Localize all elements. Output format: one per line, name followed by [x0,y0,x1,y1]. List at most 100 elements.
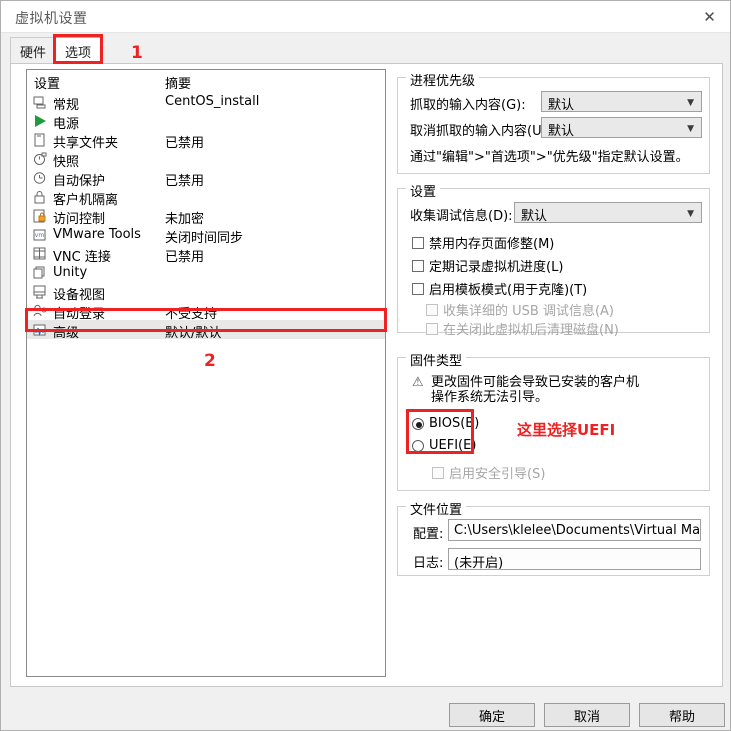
checkbox-box [412,236,424,249]
grab-input-value: 默认 [548,98,575,113]
log-path-field[interactable]: (未开启) [448,548,701,570]
checkbox-box [426,303,438,316]
active-tab-joint [56,63,100,65]
list-item-label: 高级 [53,326,80,341]
list-item-summary: 默认/默认 [165,326,222,341]
checkbox-label: 禁用内存页面修整(M) [429,237,555,252]
annotation-step-2: 2 [204,351,216,371]
checkbox-clean-disk: 在关闭此虚拟机后清理磁盘(N) [426,319,619,338]
list-item-label: VMware Tools [53,227,141,242]
checkbox-label: 启用模板模式(用于克隆)(T) [429,283,588,298]
close-icon[interactable]: ✕ [687,1,730,32]
chevron-down-icon: ▼ [687,97,694,108]
checkbox-box [412,259,424,272]
unity-icon [33,266,45,279]
list-item-shared-folders[interactable]: 共享文件夹 已禁用 [27,130,385,151]
camera-icon [34,152,47,165]
annotation-step-1: 1 [131,43,143,63]
group-legend: 进程优先级 [406,70,480,89]
list-item-autoprotect[interactable]: 自动保护 已禁用 [27,168,385,189]
list-item-general[interactable]: 常规 CentOS_install [27,92,385,113]
debug-info-value: 默认 [521,209,548,224]
tab-hardware[interactable]: 硬件 [10,37,56,64]
firmware-warning-line1: 更改固件可能会导致已安装的客户机 [431,375,640,390]
tab-options[interactable]: 选项 [55,37,101,64]
ungrab-input-value: 默认 [548,124,575,139]
svg-text:vm: vm [35,232,45,239]
cancel-button[interactable]: 取消 [544,703,630,727]
vm-settings-dialog: 虚拟机设置 ✕ 硬件 选项 设置 摘要 常规 CentOS_install 电源… [0,0,731,731]
radio-label: UEFI(E) [429,438,477,453]
checkbox-box [432,466,444,479]
list-item-advanced[interactable]: 高级 默认/默认 [27,320,385,341]
log-path-label: 日志: [413,556,444,571]
log-path-value: (未开启) [454,556,504,570]
checkbox-log-progress[interactable]: 定期记录虚拟机进度(L) [412,256,563,275]
list-item-device-view[interactable]: 设备视图 [27,282,385,303]
list-item-unity[interactable]: Unity [27,263,385,282]
help-button[interactable]: 帮助 [639,703,725,727]
checkbox-usb-debug: 收集详细的 USB 调试信息(A) [426,300,614,319]
list-item-guest-isolation[interactable]: 客户机隔离 [27,187,385,208]
process-priority-group: 进程优先级 抓取的输入内容(G): 默认 ▼ 取消抓取的输入内容(U): 默认 … [397,70,710,174]
list-item-vnc[interactable]: VNC 连接 已禁用 [27,244,385,265]
debug-info-label: 收集调试信息(D): [410,209,513,224]
column-header-summary: 摘要 [165,77,192,92]
checkbox-disable-memory-trim[interactable]: 禁用内存页面修整(M) [412,233,554,252]
priority-hint-text: 通过"编辑">"首选项">"优先级"指定默认设置。 [410,150,689,165]
clock-icon [33,172,46,184]
debug-info-combo[interactable]: 默认 ▼ [514,202,702,224]
settings-group: 设置 收集调试信息(D): 默认 ▼ 禁用内存页面修整(M) 定期记录虚拟机进度… [397,181,710,338]
radio-bios[interactable]: BIOS(B) [412,416,479,431]
power-play-icon [35,115,46,127]
ungrab-input-label: 取消抓取的输入内容(U): [410,124,552,139]
grab-input-label: 抓取的输入内容(G): [410,98,526,113]
group-legend: 设置 [406,181,441,200]
group-legend: 固件类型 [406,350,467,369]
radio-label: BIOS(B) [429,416,480,431]
chevron-down-icon: ▼ [687,208,694,219]
list-item-power[interactable]: 电源 [27,111,385,132]
annotation-uefi-note: 这里选择UEFI [517,421,616,439]
ok-button[interactable]: 确定 [449,703,535,727]
checkbox-box [412,282,424,295]
device-view-icon [33,285,46,299]
checkbox-template-mode[interactable]: 启用模板模式(用于克隆)(T) [412,279,587,298]
list-item-auto-login[interactable]: 自动登录 不受支持 [27,301,385,322]
vmware-tools-icon: vm [33,229,46,241]
checkbox-label: 定期记录虚拟机进度(L) [429,260,564,275]
title-bar: 虚拟机设置 ✕ [1,1,730,33]
checkbox-label: 在关闭此虚拟机后清理磁盘(N) [443,323,619,338]
list-item-label: Unity [53,265,88,280]
radio-button [412,439,424,452]
firmware-warning-line2: 操作系统无法引导。 [431,390,549,405]
user-auto-icon [33,304,47,317]
settings-list-header: 设置 摘要 [27,70,385,92]
list-item-snapshot[interactable]: 快照 [27,149,385,170]
radio-uefi[interactable]: UEFI(E) [412,438,476,453]
list-item-access-control[interactable]: 访问控制 未加密 [27,206,385,227]
window-title: 虚拟机设置 [15,11,88,27]
checkbox-label: 收集详细的 USB 调试信息(A) [443,304,614,319]
column-header-name: 设置 [34,77,61,92]
checkbox-box [426,322,438,335]
ungrab-input-combo[interactable]: 默认 ▼ [541,117,702,139]
warning-icon: ⚠ [412,375,424,390]
radio-button [412,417,424,430]
folder-share-icon [34,133,45,147]
list-item-summary: CentOS_install [165,94,260,109]
grab-input-combo[interactable]: 默认 ▼ [541,91,702,113]
file-location-group: 文件位置 配置: C:\Users\klelee\Documents\Virtu… [397,499,710,576]
chevron-down-icon: ▼ [687,123,694,134]
config-path-label: 配置: [413,527,444,542]
tab-strip: 硬件 选项 [1,33,730,64]
monitor-icon [33,96,46,109]
config-path-field[interactable]: C:\Users\klelee\Documents\Virtual Machin… [448,519,701,541]
group-legend: 文件位置 [406,499,467,518]
lock-icon [34,191,45,204]
access-lock-icon [33,209,46,223]
settings-list[interactable]: 设置 摘要 常规 CentOS_install 电源 共享文件夹 已禁用 快照 … [26,69,386,677]
checkbox-secure-boot: 启用安全引导(S) [432,463,545,482]
list-item-vmware-tools[interactable]: vm VMware Tools 关闭时间同步 [27,225,385,246]
advanced-icon [33,324,46,337]
